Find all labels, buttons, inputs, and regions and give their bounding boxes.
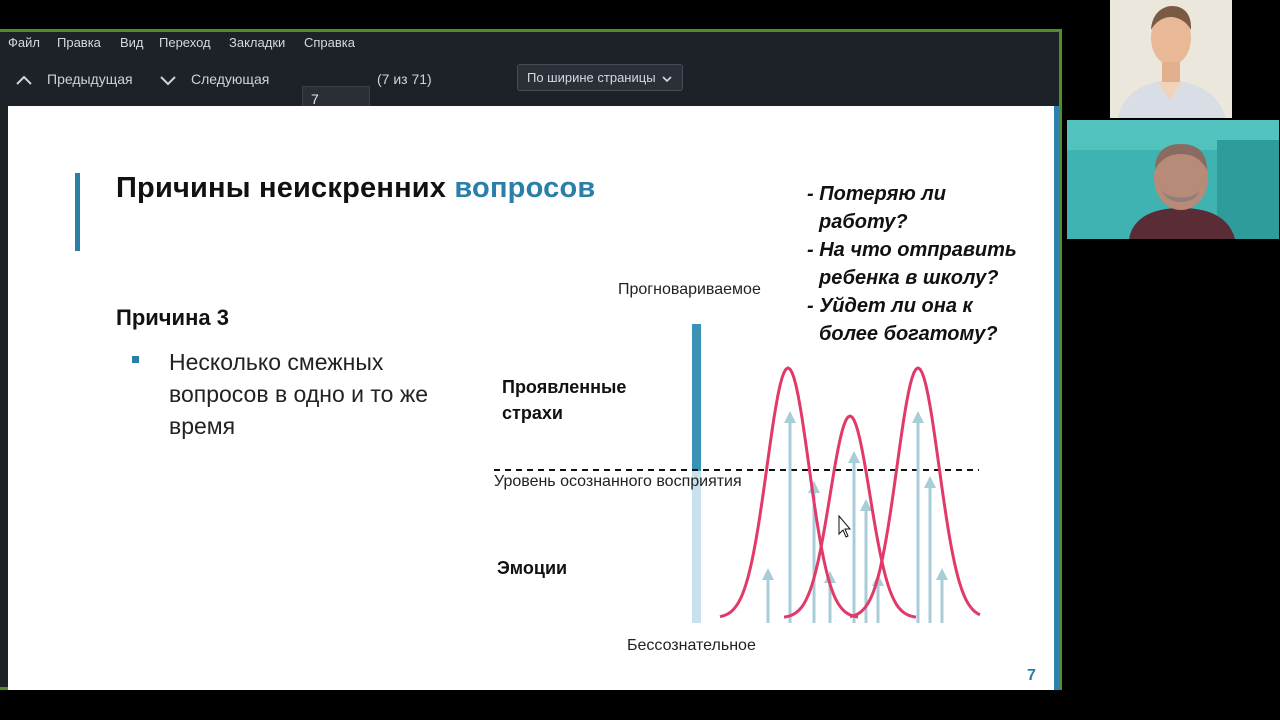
label-bottom: Бессознательное [627, 637, 756, 654]
label-emotions: Эмоции [497, 558, 568, 578]
arrow-8 [912, 411, 924, 623]
bell-curve-2 [783, 414, 917, 619]
arrow-2 [784, 411, 796, 623]
webcam-presenter-2 [1067, 120, 1279, 239]
arrow-9 [924, 476, 936, 623]
slide-page-number: 7 [1027, 667, 1036, 684]
arrows-group [762, 411, 948, 623]
pdf-viewer-window: Файл Правка Вид Переход Закладки Справка… [0, 29, 1062, 690]
menu-edit[interactable]: Правка [57, 35, 101, 50]
menu-go[interactable]: Переход [159, 35, 211, 50]
label-awareness-level: Уровень осознанного восприятия [494, 473, 742, 490]
chevron-down-icon [160, 76, 176, 86]
zoom-select[interactable]: По ширине страницы [517, 64, 683, 91]
menu-view[interactable]: Вид [120, 35, 144, 50]
label-top: Прогновариваемое [618, 281, 761, 298]
awareness-bar-lower [692, 471, 701, 623]
mouse-cursor-icon [838, 514, 852, 538]
document-page: Причины неискренних вопросов Причина 3 Н… [8, 106, 1060, 690]
menu-bookmarks[interactable]: Закладки [229, 35, 285, 50]
page-scrollbar[interactable] [1054, 106, 1060, 690]
awareness-bar-upper [692, 324, 701, 471]
chevron-up-icon [16, 75, 32, 85]
previous-page-label: Предыдущая [47, 71, 133, 87]
page-count: (7 из 71) [377, 71, 432, 87]
zoom-select-value: По ширине страницы [527, 70, 656, 85]
person-avatar-icon [1067, 120, 1279, 239]
arrow-10 [936, 568, 948, 623]
person-avatar-icon [1110, 0, 1232, 118]
menu-help[interactable]: Справка [304, 35, 355, 50]
webcam-presenter-1 [1110, 0, 1232, 118]
chevron-down-icon [662, 76, 672, 83]
label-manifest-fears: Проявленные страхи [502, 377, 627, 423]
menu-bar: Файл Правка Вид Переход Закладки Справка [0, 32, 1059, 54]
arrow-1 [762, 568, 774, 623]
next-page-label: Следующая [191, 71, 270, 87]
menu-file[interactable]: Файл [8, 35, 40, 50]
toolbar: Предыдущая Следующая (7 из 71) По ширине… [0, 54, 1059, 112]
arrow-5 [848, 451, 860, 623]
